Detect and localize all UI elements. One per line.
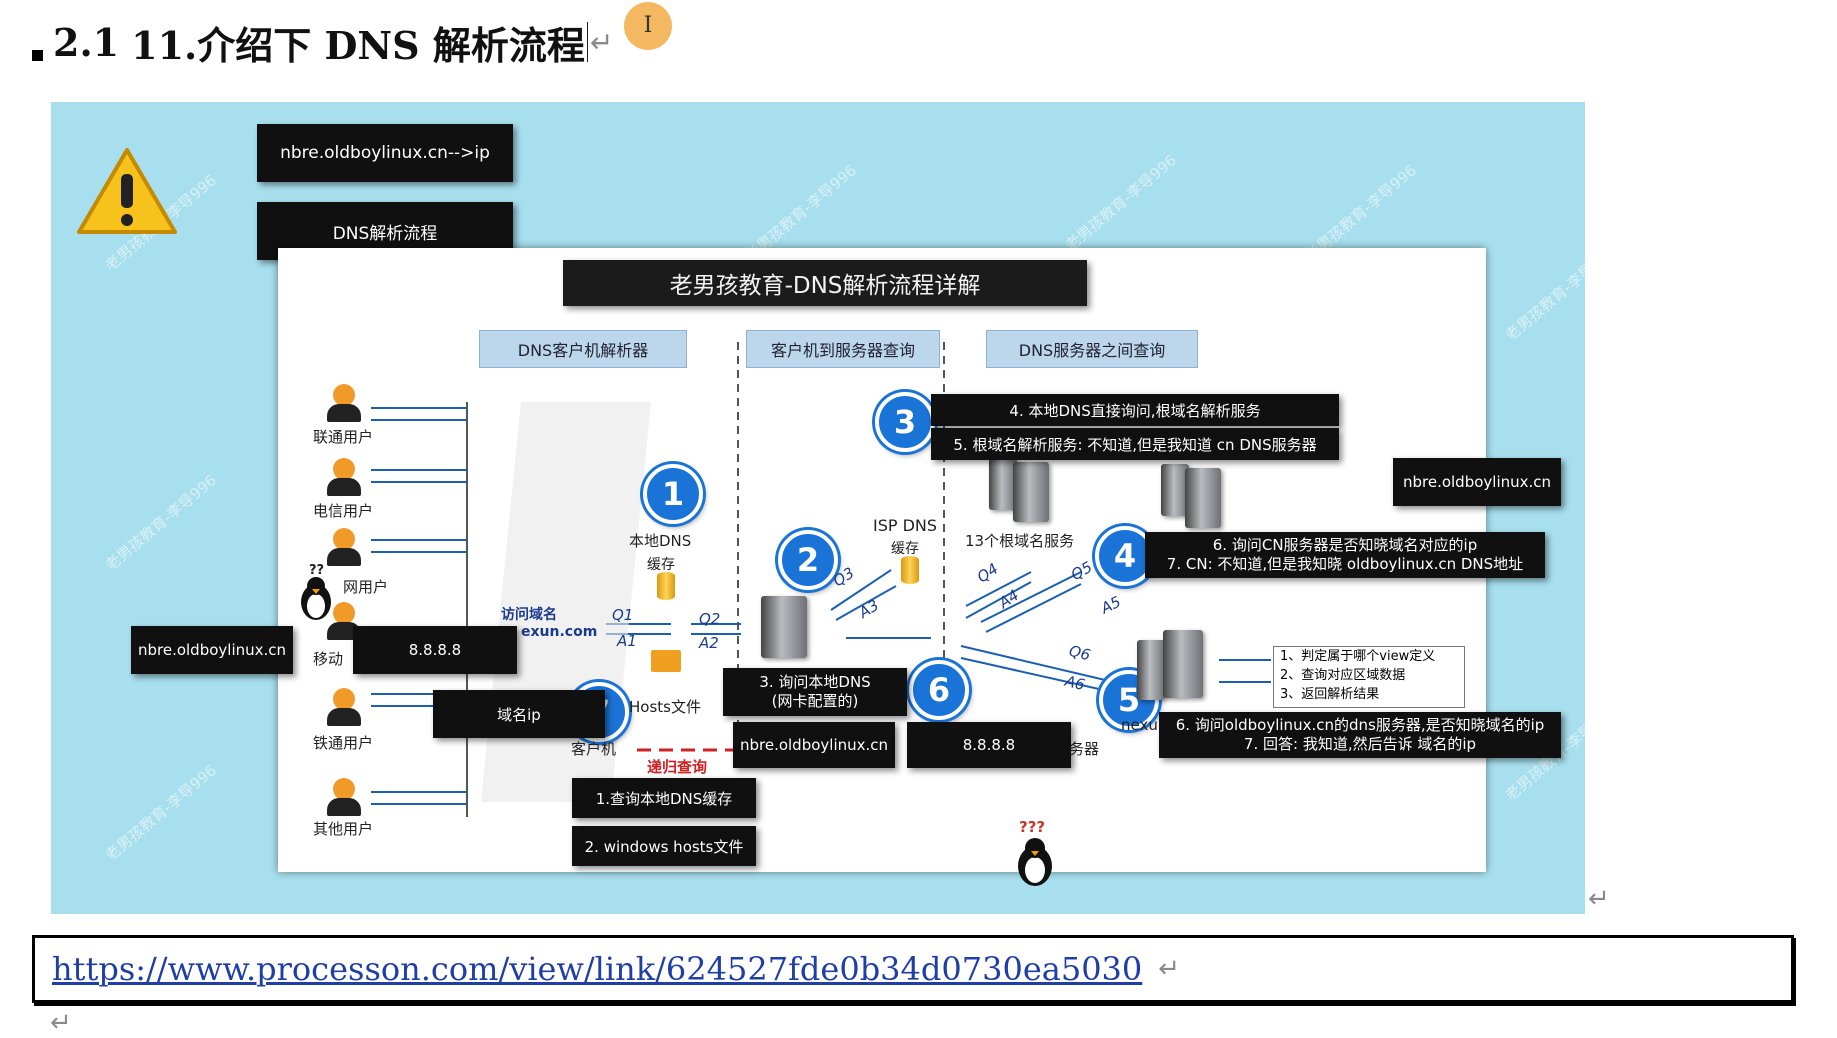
q1-label: Q1 — [612, 606, 634, 624]
user-icon — [327, 458, 361, 498]
a2-label: A2 — [699, 634, 719, 652]
svg-text:??: ?? — [309, 563, 324, 578]
user-label-net: 网用户 — [343, 578, 389, 596]
left-domain-box: nbre.oldboylinux.cn — [131, 626, 293, 674]
server-icon — [1013, 462, 1049, 522]
local-dns-cache-label: 缓存 — [647, 557, 675, 573]
step-1-badge: 1 — [643, 464, 703, 524]
step-2-badge: 2 — [778, 530, 838, 590]
cursor-icon: I — [624, 2, 672, 50]
server-icon — [1163, 630, 1203, 698]
step-3-badge: 3 — [875, 392, 935, 452]
recursive-query-label: 递归查询 — [647, 758, 708, 776]
resolve-step: 2、查询对应区域数据 — [1280, 668, 1406, 683]
server-suffix-label: 务器 — [1069, 740, 1100, 758]
text-cursor — [586, 22, 588, 62]
step3-query-box: 3. 询问本地DNS (网卡配置的) — [723, 668, 907, 716]
nexu-partial-label: nexu — [1121, 716, 1158, 734]
folder-icon — [651, 650, 681, 672]
database-icon — [901, 556, 919, 584]
domain-partial-label: exun.com — [521, 624, 598, 640]
user-label-telecom: 电信用户 — [313, 502, 374, 520]
step3-note-a: 4. 本地DNS直接询问,根域名解析服务 — [931, 394, 1339, 426]
resolve-step: 1、判定属于哪个view定义 — [1280, 649, 1436, 664]
database-icon — [657, 572, 675, 600]
return-mark: ↵ — [1588, 884, 1610, 914]
return-mark: ↵ — [50, 1008, 72, 1038]
isp-dns-cache-label: 缓存 — [891, 541, 919, 557]
step4-note: 6. 询问CN服务器是否知晓域名对应的ip 7. CN: 不知道,但是我知晓 o… — [1145, 532, 1545, 578]
svg-text:???: ??? — [1019, 818, 1045, 836]
local-cache-box: 1.查询本地DNS缓存 — [572, 778, 756, 818]
q2-label: Q2 — [699, 610, 721, 628]
user-icon — [327, 384, 361, 424]
step4-note-b: 7. CN: 不知道,但是我知晓 oldboylinux.cn DNS地址 — [1166, 555, 1524, 573]
step4-note-a: 6. 询问CN服务器是否知晓域名对应的ip — [1212, 536, 1478, 554]
user-label-railcom: 铁通用户 — [313, 734, 374, 752]
user-label-unicom: 联通用户 — [313, 428, 374, 446]
a1-label: A1 — [617, 632, 637, 650]
diagram-lines — [371, 342, 1271, 817]
penguin-icon: ?? — [301, 563, 331, 620]
step3-query-a: 3. 询问本地DNS — [759, 673, 871, 691]
heading-number: 2.1 — [53, 19, 120, 65]
dns-8888-mid-box: 8.8.8.8 — [907, 722, 1071, 768]
visit-domain-label: 访问域名 — [501, 607, 557, 623]
user-label-other: 其他用户 — [313, 820, 374, 838]
user-icon — [327, 778, 361, 818]
hosts-file-label: Hosts文件 — [629, 698, 701, 716]
isp-dns-label: ISP DNS — [873, 516, 938, 535]
processon-link[interactable]: https://www.processon.com/view/link/6245… — [52, 950, 1142, 988]
server-icon — [1185, 468, 1221, 528]
local-dns-label: 本地DNS — [629, 532, 692, 550]
section-heading: 2.1 11.介绍下 DNS 解析流程 ↵ — [32, 14, 613, 70]
resolve-step: 3、返回解析结果 — [1280, 687, 1380, 702]
step-6-badge: 6 — [909, 660, 969, 720]
link-box: https://www.processon.com/view/link/6245… — [32, 935, 1794, 1003]
user-icon — [327, 688, 361, 728]
hosts-windows-box: 2. windows hosts文件 — [572, 826, 756, 866]
root-servers-label: 13个根域名服务 — [965, 532, 1075, 550]
heading-text: 11.介绍下 DNS 解析流程 — [131, 22, 585, 68]
client-label: 客户机 — [571, 740, 617, 758]
return-mark: ↵ — [589, 25, 614, 59]
dns-8888-left-box: 8.8.8.8 — [353, 626, 517, 674]
user-label-mobile: 移动 — [313, 650, 344, 668]
step5-note-a: 6. 询问oldboylinux.cn的dns服务器,是否知晓域名的ip — [1175, 716, 1545, 734]
mid-domain-box: nbre.oldboylinux.cn — [733, 722, 895, 768]
return-mark: ↵ — [1158, 954, 1181, 984]
resolve-steps-box: 1、判定属于哪个view定义 2、查询对应区域数据 3、返回解析结果 — [1273, 646, 1465, 708]
step5-note: 6. 询问oldboylinux.cn的dns服务器,是否知晓域名的ip 7. … — [1159, 712, 1561, 758]
dns-diagram-image: 老男孩教育-李导996 老男孩教育-李导996 老男孩教育-李导996 老男孩教… — [51, 102, 1585, 914]
step5-note-b: 7. 回答: 我知道,然后告诉 域名的ip — [1243, 735, 1477, 753]
server-icon — [761, 596, 807, 658]
penguin-icon: ??? — [1018, 818, 1052, 886]
server-icon — [1137, 640, 1165, 700]
domain-ip-box: 域名ip — [433, 690, 605, 738]
step3-note-b: 5. 根域名解析服务: 不知道,但是我知道 cn DNS服务器 — [931, 428, 1339, 460]
heading-bullet — [32, 49, 43, 61]
step3-query-b: (网卡配置的) — [771, 692, 859, 710]
right-domain-box: nbre.oldboylinux.cn — [1393, 458, 1561, 506]
